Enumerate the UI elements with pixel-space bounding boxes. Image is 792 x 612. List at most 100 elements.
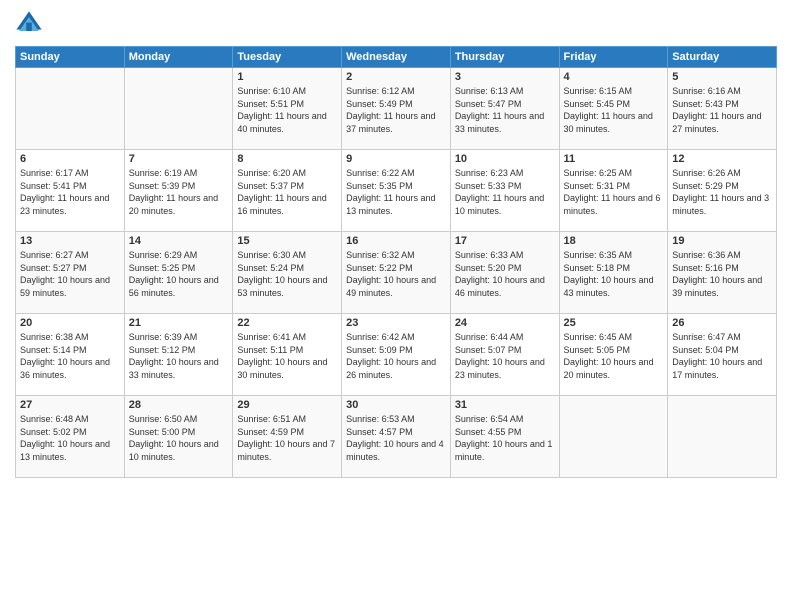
calendar-cell: 18 Sunrise: 6:35 AMSunset: 5:18 PMDayligh… bbox=[559, 232, 668, 314]
day-number: 31 bbox=[455, 399, 555, 411]
day-number: 14 bbox=[129, 235, 229, 247]
cell-content: Sunrise: 6:48 AMSunset: 5:02 PMDaylight:… bbox=[20, 413, 120, 463]
calendar-page: SundayMondayTuesdayWednesdayThursdayFrid… bbox=[0, 0, 792, 612]
day-number: 9 bbox=[346, 153, 446, 165]
cell-content: Sunrise: 6:39 AMSunset: 5:12 PMDaylight:… bbox=[129, 331, 229, 381]
cell-content: Sunrise: 6:23 AMSunset: 5:33 PMDaylight:… bbox=[455, 167, 555, 217]
calendar-table: SundayMondayTuesdayWednesdayThursdayFrid… bbox=[15, 46, 777, 478]
day-number: 27 bbox=[20, 399, 120, 411]
calendar-cell: 17Sunrise: 6:33 AMSunset: 5:20 PMDayligh… bbox=[450, 232, 559, 314]
calendar-cell: 3 Sunrise: 6:13 AMSunset: 5:47 PMDaylight… bbox=[450, 68, 559, 150]
calendar-week-1: 1 Sunrise: 6:10 AMSunset: 5:51 PMDaylight… bbox=[16, 68, 777, 150]
cell-content: Sunrise: 6:47 AMSunset: 5:04 PMDaylight:… bbox=[672, 331, 772, 381]
day-number: 10 bbox=[455, 153, 555, 165]
calendar-cell: 21 Sunrise: 6:39 AMSunset: 5:12 PMDayligh… bbox=[124, 314, 233, 396]
cell-content: Sunrise: 6:50 AMSunset: 5:00 PMDaylight:… bbox=[129, 413, 229, 463]
calendar-cell: 30Sunrise: 6:53 AMSunset: 4:57 PMDayligh… bbox=[342, 396, 451, 478]
header-row: SundayMondayTuesdayWednesdayThursdayFrid… bbox=[16, 47, 777, 68]
calendar-cell: 1 Sunrise: 6:10 AMSunset: 5:51 PMDaylight… bbox=[233, 68, 342, 150]
calendar-cell: 9 Sunrise: 6:22 AMSunset: 5:35 PMDaylight… bbox=[342, 150, 451, 232]
calendar-week-2: 6 Sunrise: 6:17 AMSunset: 5:41 PMDaylight… bbox=[16, 150, 777, 232]
day-number: 8 bbox=[237, 153, 337, 165]
day-number: 20 bbox=[20, 317, 120, 329]
cell-content: Sunrise: 6:51 AMSunset: 4:59 PMDaylight:… bbox=[237, 413, 337, 463]
calendar-week-3: 13 Sunrise: 6:27 AMSunset: 5:27 PMDayligh… bbox=[16, 232, 777, 314]
cell-content: Sunrise: 6:13 AMSunset: 5:47 PMDaylight:… bbox=[455, 85, 555, 135]
calendar-cell bbox=[668, 396, 777, 478]
calendar-cell: 27 Sunrise: 6:48 AMSunset: 5:02 PMDayligh… bbox=[16, 396, 125, 478]
cell-content: Sunrise: 6:17 AMSunset: 5:41 PMDaylight:… bbox=[20, 167, 120, 217]
day-number: 18 bbox=[564, 235, 664, 247]
cell-content: Sunrise: 6:44 AMSunset: 5:07 PMDaylight:… bbox=[455, 331, 555, 381]
calendar-cell: 25 Sunrise: 6:45 AMSunset: 5:05 PMDayligh… bbox=[559, 314, 668, 396]
day-number: 19 bbox=[672, 235, 772, 247]
cell-content: Sunrise: 6:22 AMSunset: 5:35 PMDaylight:… bbox=[346, 167, 446, 217]
day-number: 2 bbox=[346, 71, 446, 83]
day-header-tuesday: Tuesday bbox=[233, 47, 342, 68]
day-number: 29 bbox=[237, 399, 337, 411]
day-number: 16 bbox=[346, 235, 446, 247]
day-number: 6 bbox=[20, 153, 120, 165]
calendar-cell: 11 Sunrise: 6:25 AMSunset: 5:31 PMDayligh… bbox=[559, 150, 668, 232]
day-number: 13 bbox=[20, 235, 120, 247]
logo bbox=[15, 10, 47, 38]
calendar-cell: 8 Sunrise: 6:20 AMSunset: 5:37 PMDaylight… bbox=[233, 150, 342, 232]
calendar-cell: 28 Sunrise: 6:50 AMSunset: 5:00 PMDayligh… bbox=[124, 396, 233, 478]
calendar-cell: 23 Sunrise: 6:42 AMSunset: 5:09 PMDayligh… bbox=[342, 314, 451, 396]
calendar-cell: 15 Sunrise: 6:30 AMSunset: 5:24 PMDayligh… bbox=[233, 232, 342, 314]
calendar-week-5: 27 Sunrise: 6:48 AMSunset: 5:02 PMDayligh… bbox=[16, 396, 777, 478]
day-number: 5 bbox=[672, 71, 772, 83]
day-number: 28 bbox=[129, 399, 229, 411]
calendar-cell: 7 Sunrise: 6:19 AMSunset: 5:39 PMDaylight… bbox=[124, 150, 233, 232]
calendar-cell: 14 Sunrise: 6:29 AMSunset: 5:25 PMDayligh… bbox=[124, 232, 233, 314]
cell-content: Sunrise: 6:27 AMSunset: 5:27 PMDaylight:… bbox=[20, 249, 120, 299]
day-header-saturday: Saturday bbox=[668, 47, 777, 68]
cell-content: Sunrise: 6:26 AMSunset: 5:29 PMDaylight:… bbox=[672, 167, 772, 217]
calendar-week-4: 20 Sunrise: 6:38 AMSunset: 5:14 PMDayligh… bbox=[16, 314, 777, 396]
day-header-monday: Monday bbox=[124, 47, 233, 68]
calendar-cell: 13 Sunrise: 6:27 AMSunset: 5:27 PMDayligh… bbox=[16, 232, 125, 314]
calendar-cell bbox=[559, 396, 668, 478]
cell-content: Sunrise: 6:25 AMSunset: 5:31 PMDaylight:… bbox=[564, 167, 664, 217]
day-number: 7 bbox=[129, 153, 229, 165]
day-number: 24 bbox=[455, 317, 555, 329]
calendar-cell bbox=[124, 68, 233, 150]
calendar-cell: 31 Sunrise: 6:54 AMSunset: 4:55 PMDayligh… bbox=[450, 396, 559, 478]
cell-content: Sunrise: 6:45 AMSunset: 5:05 PMDaylight:… bbox=[564, 331, 664, 381]
cell-content: Sunrise: 6:54 AMSunset: 4:55 PMDaylight:… bbox=[455, 413, 555, 463]
day-header-wednesday: Wednesday bbox=[342, 47, 451, 68]
day-number: 25 bbox=[564, 317, 664, 329]
cell-content: Sunrise: 6:15 AMSunset: 5:45 PMDaylight:… bbox=[564, 85, 664, 135]
header bbox=[15, 10, 777, 38]
cell-content: Sunrise: 6:42 AMSunset: 5:09 PMDaylight:… bbox=[346, 331, 446, 381]
calendar-cell: 24 Sunrise: 6:44 AMSunset: 5:07 PMDayligh… bbox=[450, 314, 559, 396]
cell-content: Sunrise: 6:32 AMSunset: 5:22 PMDaylight:… bbox=[346, 249, 446, 299]
cell-content: Sunrise: 6:29 AMSunset: 5:25 PMDaylight:… bbox=[129, 249, 229, 299]
cell-content: Sunrise: 6:35 AMSunset: 5:18 PMDaylight:… bbox=[564, 249, 664, 299]
day-number: 23 bbox=[346, 317, 446, 329]
cell-content: Sunrise: 6:38 AMSunset: 5:14 PMDaylight:… bbox=[20, 331, 120, 381]
cell-content: Sunrise: 6:36 AMSunset: 5:16 PMDaylight:… bbox=[672, 249, 772, 299]
cell-content: Sunrise: 6:20 AMSunset: 5:37 PMDaylight:… bbox=[237, 167, 337, 217]
logo-icon bbox=[15, 10, 43, 38]
calendar-cell: 12Sunrise: 6:26 AMSunset: 5:29 PMDayligh… bbox=[668, 150, 777, 232]
calendar-cell: 26 Sunrise: 6:47 AMSunset: 5:04 PMDayligh… bbox=[668, 314, 777, 396]
cell-content: Sunrise: 6:10 AMSunset: 5:51 PMDaylight:… bbox=[237, 85, 337, 135]
day-number: 1 bbox=[237, 71, 337, 83]
cell-content: Sunrise: 6:16 AMSunset: 5:43 PMDaylight:… bbox=[672, 85, 772, 135]
cell-content: Sunrise: 6:19 AMSunset: 5:39 PMDaylight:… bbox=[129, 167, 229, 217]
day-number: 3 bbox=[455, 71, 555, 83]
day-number: 21 bbox=[129, 317, 229, 329]
day-number: 11 bbox=[564, 153, 664, 165]
day-number: 17 bbox=[455, 235, 555, 247]
cell-content: Sunrise: 6:12 AMSunset: 5:49 PMDaylight:… bbox=[346, 85, 446, 135]
cell-content: Sunrise: 6:53 AMSunset: 4:57 PMDaylight:… bbox=[346, 413, 446, 463]
calendar-cell: 19 Sunrise: 6:36 AMSunset: 5:16 PMDayligh… bbox=[668, 232, 777, 314]
calendar-cell: 10 Sunrise: 6:23 AMSunset: 5:33 PMDayligh… bbox=[450, 150, 559, 232]
day-number: 26 bbox=[672, 317, 772, 329]
day-header-thursday: Thursday bbox=[450, 47, 559, 68]
day-number: 15 bbox=[237, 235, 337, 247]
cell-content: Sunrise: 6:30 AMSunset: 5:24 PMDaylight:… bbox=[237, 249, 337, 299]
calendar-cell: 16 Sunrise: 6:32 AMSunset: 5:22 PMDayligh… bbox=[342, 232, 451, 314]
cell-content: Sunrise: 6:41 AMSunset: 5:11 PMDaylight:… bbox=[237, 331, 337, 381]
